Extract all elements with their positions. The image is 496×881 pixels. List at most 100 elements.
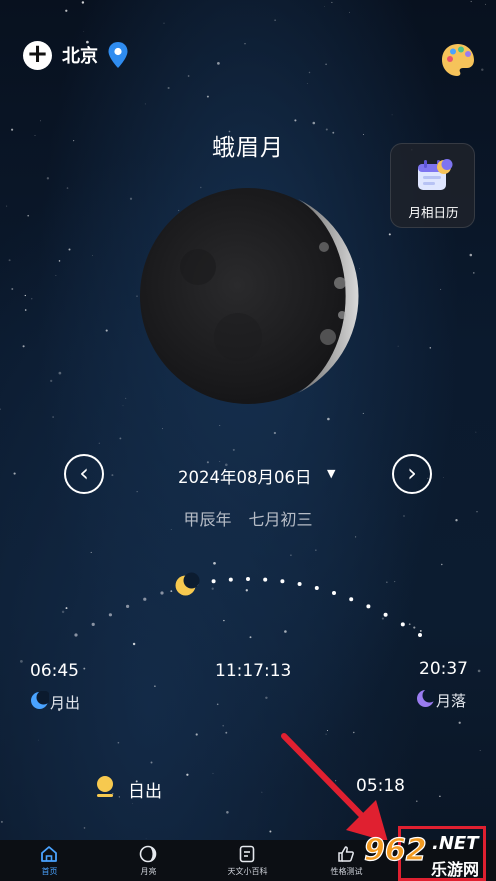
arc-dot (74, 633, 78, 637)
star (388, 233, 391, 236)
star (429, 347, 432, 349)
star (11, 288, 14, 290)
star (122, 405, 124, 407)
moonrise-time: 06:45 (30, 661, 79, 681)
tab-moon[interactable]: 月亮 (99, 840, 198, 881)
star (66, 187, 69, 189)
star (131, 803, 133, 804)
star (416, 800, 418, 803)
star (479, 749, 481, 752)
star (294, 119, 297, 122)
star (144, 103, 146, 105)
star (46, 177, 50, 180)
moonrise-icon (31, 691, 49, 709)
star (8, 259, 11, 262)
star (154, 685, 156, 688)
arc-dot (228, 577, 233, 582)
star (90, 551, 92, 553)
star (397, 345, 399, 347)
lunar-date: 甲辰年 七月初三 (183, 510, 313, 529)
star (27, 214, 30, 217)
star (327, 417, 330, 421)
star (50, 379, 53, 383)
tab-encyclopedia-label: 天文小百科 (227, 867, 268, 876)
star (391, 114, 393, 116)
star (58, 371, 62, 375)
star (119, 437, 122, 440)
arc-dot (280, 579, 285, 584)
city-name[interactable]: 北京 (62, 42, 98, 68)
arc-dot (400, 622, 405, 627)
arc-dot (383, 612, 388, 617)
calendar-moon-icon (418, 159, 453, 190)
star (355, 536, 357, 538)
star (6, 205, 8, 207)
arc-dot (246, 577, 250, 581)
star (37, 739, 39, 741)
star (0, 820, 3, 823)
star (216, 703, 219, 706)
star (469, 253, 473, 257)
arc-dot (160, 591, 164, 595)
star (440, 288, 442, 290)
star (477, 669, 481, 673)
moon-calendar-button[interactable]: 月相日历 (390, 143, 475, 228)
tab-encyclopedia[interactable]: 天文小百科 (198, 840, 297, 881)
chevron-down-icon[interactable]: ▼ (327, 467, 335, 480)
star (22, 345, 25, 348)
arc-dot (349, 597, 354, 602)
star (312, 121, 316, 125)
star (219, 425, 221, 426)
star (186, 773, 189, 776)
star (226, 811, 229, 814)
star (458, 721, 461, 724)
star (232, 448, 235, 451)
star (98, 442, 100, 444)
moonrise-label: 月出 (50, 694, 81, 712)
watermark-brand: 962 (364, 833, 427, 868)
moon-current-time: 11:17:13 (215, 661, 292, 681)
star (162, 428, 163, 430)
arc-dot (91, 622, 95, 626)
home-icon (41, 846, 57, 862)
star (439, 795, 441, 798)
star (475, 431, 477, 433)
star (31, 298, 33, 300)
arc-dot (418, 633, 422, 637)
star (24, 294, 26, 297)
arc-dot (332, 591, 336, 595)
star (0, 408, 1, 410)
moon-image (140, 188, 359, 404)
star (55, 275, 57, 277)
watermark-site: 乐游网 (431, 860, 480, 879)
next-day-button[interactable]: › (392, 454, 432, 494)
star (269, 830, 272, 833)
arc-dot (211, 579, 216, 584)
add-city-button[interactable]: + (23, 41, 52, 70)
tab-home[interactable]: 首页 (0, 840, 99, 881)
encyclopedia-icon (239, 845, 255, 863)
top-bar: + 北京 (0, 0, 496, 100)
location-pin-icon[interactable] (107, 41, 129, 69)
sunrise-icon (97, 776, 113, 797)
star (212, 772, 214, 774)
previous-day-button[interactable]: ‹ (64, 454, 104, 494)
star (40, 120, 41, 122)
palette-icon[interactable] (440, 42, 476, 78)
arc-dot (314, 586, 319, 590)
moon-tab-icon (139, 845, 157, 863)
moonset-icon (417, 689, 435, 707)
tab-home-label: 首页 (41, 867, 58, 876)
selected-date[interactable]: 2024年08月06日 (178, 464, 311, 488)
star (195, 733, 198, 736)
star (92, 255, 93, 256)
star (225, 731, 228, 734)
date-navigation: ‹ 2024年08月06日 ▼ › (0, 452, 496, 502)
arc-dot (108, 613, 112, 617)
star (473, 272, 475, 274)
star (290, 554, 292, 557)
star (68, 248, 71, 251)
star (24, 309, 27, 311)
star (265, 696, 268, 700)
moonset-time: 20:37 (419, 659, 468, 679)
